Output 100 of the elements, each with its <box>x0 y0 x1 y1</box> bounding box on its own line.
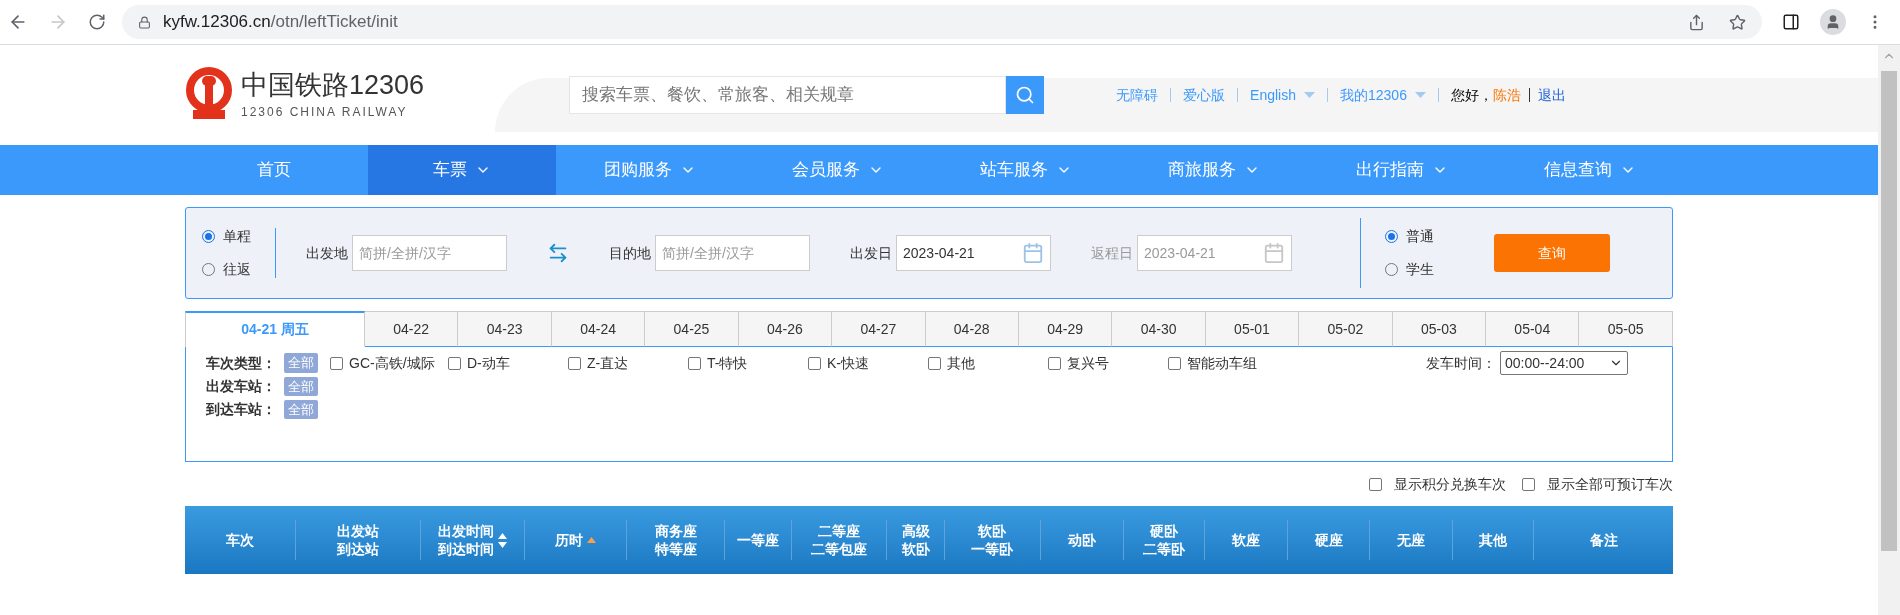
search-icon <box>1015 85 1036 105</box>
user-name-link[interactable]: 陈浩 <box>1492 84 1521 106</box>
checkbox[interactable] <box>1522 477 1535 491</box>
reload-icon[interactable] <box>88 13 106 31</box>
logo-title: 中国铁路12306 <box>241 69 425 103</box>
checkbox[interactable] <box>1048 356 1061 370</box>
column-header: 无座 <box>1396 531 1425 549</box>
column-header: 二等座 二等包座 <box>811 522 868 558</box>
sort-down-icon[interactable] <box>497 541 507 548</box>
checkbox[interactable] <box>1168 356 1181 370</box>
greeting-text: 您好， <box>1450 85 1493 105</box>
header-link[interactable]: 我的12306 <box>1340 84 1426 106</box>
date-tab[interactable]: 04-27 <box>832 311 926 347</box>
checkbox-label: 显示全部可预订车次 <box>1547 474 1673 494</box>
checkbox-label: GC-高铁/城际 <box>349 353 435 373</box>
caret-icon <box>1304 92 1315 98</box>
checkbox-label: Z-直达 <box>587 353 629 373</box>
swap-icon[interactable] <box>547 242 569 264</box>
date-tab[interactable]: 05-02 <box>1299 311 1393 347</box>
checkbox[interactable] <box>448 356 461 370</box>
query-button[interactable]: 查询 <box>1494 234 1610 272</box>
date-tab[interactable]: 04-24 <box>551 311 646 347</box>
scrollbar-thumb[interactable] <box>1881 71 1897 551</box>
radio-label: 往返 <box>223 260 251 279</box>
filter-label: 到达车站： <box>206 400 277 419</box>
header-link[interactable]: English <box>1250 84 1315 106</box>
date-tab[interactable]: 04-21 周五 <box>185 311 365 347</box>
nav-item[interactable]: 车票 <box>368 145 556 195</box>
column-header: 动卧 <box>1067 531 1096 549</box>
url-text: kyfw.12306.cn/otn/leftTicket/init <box>163 11 398 34</box>
column-header: 备注 <box>1589 531 1618 549</box>
date-tab[interactable]: 04-22 <box>365 311 459 347</box>
side-panel-icon[interactable] <box>1782 13 1800 31</box>
checkbox-label: 显示积分兑换车次 <box>1394 474 1506 494</box>
logo-subtitle: 12306 CHINA RAILWAY <box>241 103 409 121</box>
date-tab[interactable]: 04-30 <box>1112 311 1206 347</box>
checkbox-label: D-动车 <box>467 353 510 373</box>
nav-item[interactable]: 会员服务 <box>744 145 932 195</box>
time-select[interactable]: 00:00--24:00 <box>1500 351 1628 375</box>
field-label: 返程日 <box>1091 243 1133 263</box>
checkbox[interactable] <box>928 356 941 370</box>
nav-item[interactable]: 信息查询 <box>1496 145 1684 195</box>
date-tab[interactable]: 05-01 <box>1205 311 1300 347</box>
field-label: 出发日 <box>850 243 892 263</box>
logout-link[interactable]: 退出 <box>1537 84 1566 106</box>
filter-label: 发车时间： <box>1426 353 1496 373</box>
radio-label: 普通 <box>1406 227 1434 246</box>
date-tab[interactable]: 04-26 <box>738 311 833 347</box>
column-header: 高级 软卧 <box>901 522 930 558</box>
checkbox[interactable] <box>688 356 701 370</box>
bookmark-star-icon[interactable] <box>1729 13 1746 31</box>
checkbox[interactable] <box>808 356 821 370</box>
checkbox-label: 智能动车组 <box>1187 353 1257 373</box>
date-tab[interactable]: 04-25 <box>645 311 739 347</box>
scrollbar[interactable] <box>1878 45 1900 615</box>
all-tag[interactable]: 全部 <box>284 376 318 397</box>
date-tab[interactable]: 05-03 <box>1392 311 1487 347</box>
profile-avatar[interactable] <box>1820 9 1846 35</box>
header-link[interactable]: 爱心版 <box>1183 84 1226 106</box>
column-header: 硬卧 二等卧 <box>1143 522 1186 558</box>
date-tab[interactable]: 04-28 <box>925 311 1019 347</box>
column-header: 硬座 <box>1314 531 1343 549</box>
header-link[interactable]: 无障碍 <box>1116 84 1159 106</box>
checkbox-label: 复兴号 <box>1067 353 1109 373</box>
date-tab[interactable]: 04-23 <box>458 311 552 347</box>
nav-item[interactable]: 商旅服务 <box>1120 145 1308 195</box>
all-tag[interactable]: 全部 <box>284 353 318 373</box>
sort-up-icon[interactable] <box>497 532 507 539</box>
date-field[interactable]: 2023-04-21 <box>896 235 1051 271</box>
field-label: 目的地 <box>609 243 651 263</box>
column-header: 软座 <box>1232 531 1261 549</box>
checkbox-label: K-快速 <box>827 353 869 373</box>
origin-field[interactable]: 简拼/全拼/汉字 <box>352 235 507 271</box>
search-button[interactable] <box>1006 76 1045 114</box>
date-tab[interactable]: 05-05 <box>1579 311 1673 347</box>
checkbox[interactable] <box>330 356 343 370</box>
field-label: 出发地 <box>306 243 348 263</box>
lock-icon <box>138 15 151 29</box>
date-tab[interactable]: 05-04 <box>1486 311 1580 347</box>
column-header: 车次 <box>226 531 255 549</box>
column-header: 出发时间 到达时间 <box>437 522 494 558</box>
checkbox[interactable] <box>568 356 581 370</box>
checkbox[interactable] <box>1369 477 1382 491</box>
checkbox-label: T-特快 <box>707 353 748 373</box>
radio-label: 单程 <box>223 227 251 246</box>
nav-item[interactable]: 首页 <box>180 145 368 195</box>
share-icon[interactable] <box>1688 13 1705 31</box>
destination-field[interactable]: 简拼/全拼/汉字 <box>655 235 810 271</box>
all-tag[interactable]: 全部 <box>284 399 318 420</box>
column-header: 一等座 <box>737 531 780 549</box>
nav-item[interactable]: 团购服务 <box>556 145 744 195</box>
search-field[interactable]: 搜索车票、餐饮、常旅客、相关规章 <box>569 76 1007 114</box>
nav-item[interactable]: 出行指南 <box>1308 145 1496 195</box>
column-header: 商务座 特等座 <box>654 522 697 558</box>
column-header: 出发站 到达站 <box>336 522 379 558</box>
date-tab[interactable]: 04-29 <box>1018 311 1113 347</box>
nav-item[interactable]: 站车服务 <box>932 145 1120 195</box>
address-bar[interactable]: kyfw.12306.cn/otn/leftTicket/init <box>122 5 1762 39</box>
column-header: 历时 <box>554 531 583 549</box>
radio-label: 学生 <box>1406 260 1434 279</box>
